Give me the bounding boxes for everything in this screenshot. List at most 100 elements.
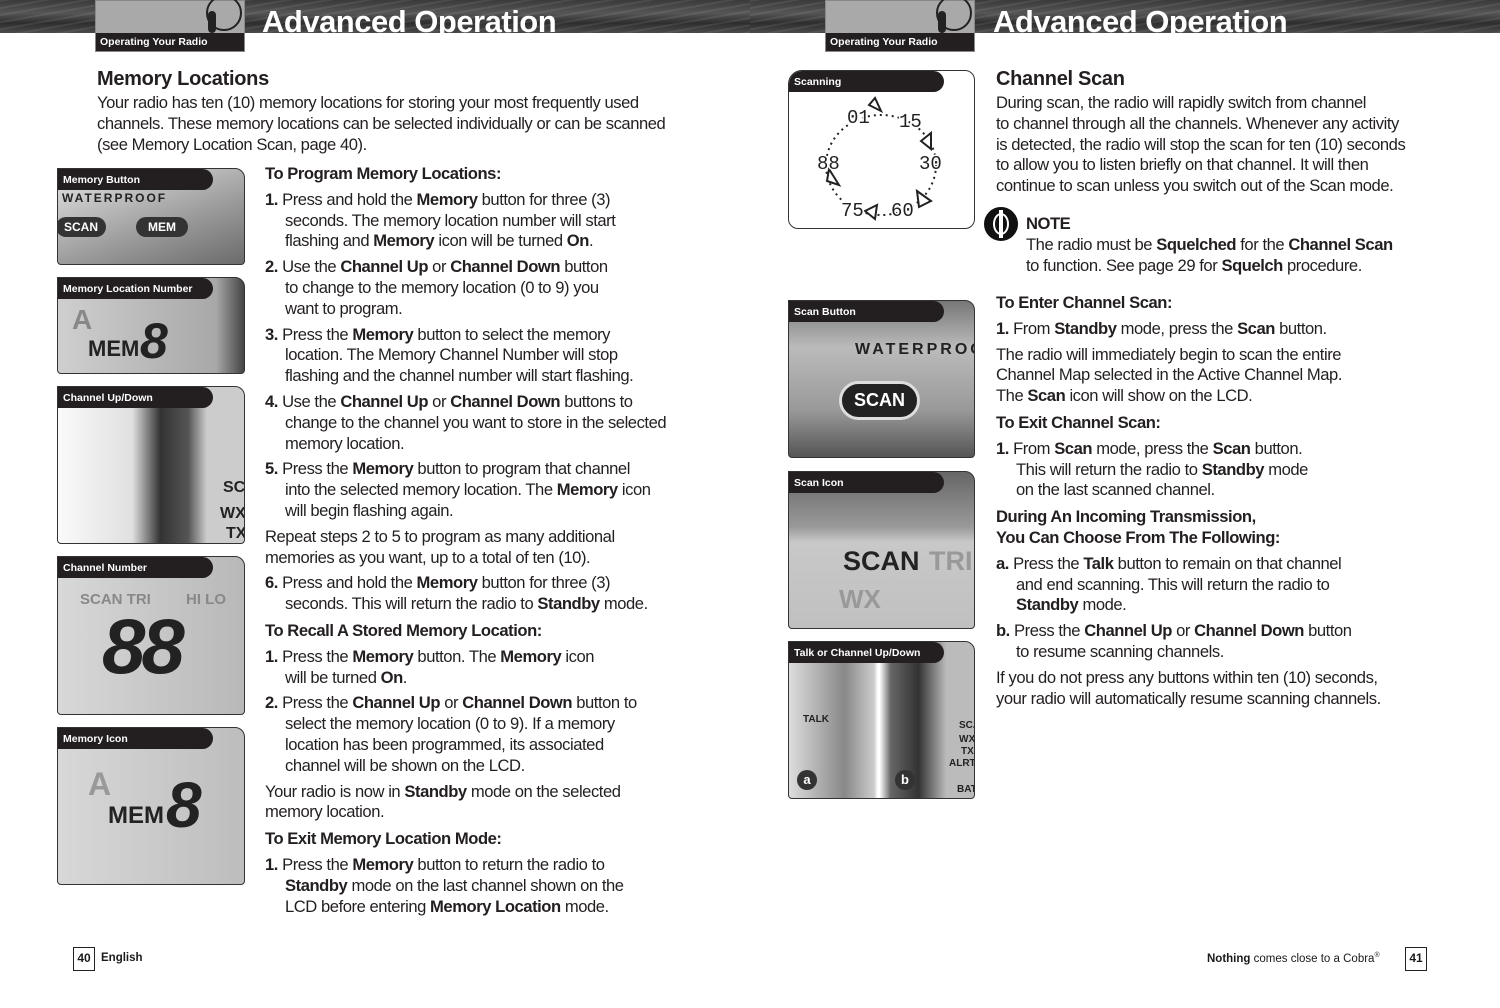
text-run: or [1171, 621, 1195, 641]
text-run: to function. See page 29 for [1026, 255, 1218, 275]
bold-term: Scan [1054, 438, 1093, 458]
text-run: Your radio is now in [265, 781, 405, 801]
figure-talk-channel: Talk or Channel Up/Down TALK a b SCA WX … [788, 641, 975, 799]
figure-label: Memory Button [58, 169, 213, 190]
step-number: 2. [265, 257, 283, 277]
subheading: To Recall A Stored Memory Location: [265, 621, 685, 642]
figure-text: WATERPROOF [855, 341, 974, 358]
note-text: The radio must be Squelched for the Chan… [1026, 235, 1393, 277]
text-run: or [440, 693, 463, 713]
figure-text: 8 [140, 313, 168, 369]
figure-memory-icon: Memory Icon A MEM 8 [57, 727, 245, 885]
bold-term: Standby [1201, 459, 1265, 479]
registered-mark: ® [1374, 952, 1380, 959]
channel-label: 88 [817, 153, 840, 175]
section-title: Channel Scan [996, 68, 1125, 90]
bold-term: Memory Location [430, 896, 561, 916]
bold-term: Standby [537, 594, 600, 614]
figure-text: SCAN [843, 546, 920, 576]
figure-label: Memory Location Number [58, 278, 213, 299]
bold-term: Channel Up [1084, 621, 1172, 641]
paragraph: If you do not press any buttons within t… [996, 668, 1426, 710]
instruction-step: 2. Press the Channel Up or Channel Down … [265, 693, 685, 776]
text-run: button. [1274, 318, 1327, 338]
bold-term: Standby [404, 781, 467, 801]
text-run: or [428, 257, 451, 277]
callout-a: a [797, 770, 817, 790]
instruction-step: 1. Press and hold the Memory button for … [265, 190, 685, 252]
figure-text: MEM [88, 336, 140, 361]
step-number: 1. [265, 189, 283, 209]
page-title-left: Advanced Operation [262, 4, 557, 33]
bold-term: Squelched [1156, 235, 1237, 254]
instruction-step: 5. Press the Memory button to program th… [265, 459, 685, 521]
text-run: . [588, 231, 594, 251]
channel-label: 01 [847, 107, 870, 129]
figure-label: Channel Up/Down [58, 387, 213, 408]
scan-arrow-icon [867, 96, 884, 114]
info-icon [984, 207, 1018, 241]
instruction-step: 1. From Standby mode, press the Scan but… [996, 319, 1426, 340]
instruction-step: 6. Press and hold the Memory button for … [265, 573, 685, 615]
figure-text: WX [839, 584, 881, 614]
figure-channel-up-down: Channel Up/Down SC WX TX [57, 386, 245, 544]
bold-term: Channel Down [450, 257, 561, 277]
talk-button-image: TALK [803, 714, 829, 725]
scan-button-image: SCAN [58, 217, 107, 237]
text-run: Your radio has ten (10) memory locations… [97, 93, 666, 154]
page-number-left: 40 [73, 947, 95, 971]
section-title: Memory Locations [97, 68, 269, 90]
text-run: Press the [1014, 621, 1085, 641]
bold-term: Talk [1083, 553, 1114, 573]
bold-term: Memory [416, 189, 478, 209]
bold-term: Memory [352, 459, 414, 479]
bold-term: Channel Down [1194, 621, 1304, 641]
text-run: or [428, 391, 451, 411]
text-run: To Recall A Stored Memory Location: [265, 620, 542, 640]
bold-term: Scan [1237, 318, 1275, 338]
bold-term: Channel Down [462, 693, 573, 713]
slogan-text: comes close to a Cobra [1250, 952, 1375, 965]
text-run: mode. [560, 896, 609, 916]
section-tab-label: Operating Your Radio [826, 33, 974, 51]
text-run: button. The [413, 646, 501, 666]
instruction-step: a. Press the Talk button to remain on th… [996, 554, 1426, 616]
bold-term: Standby [1016, 595, 1079, 615]
section-tab-left: Operating Your Radio [95, 0, 245, 52]
step-number: 2. [265, 693, 283, 713]
channel-label: 60 [891, 200, 914, 222]
instruction-step: 3. Press the Memory button to select the… [265, 325, 685, 387]
figure-label: Scan Button [789, 301, 944, 322]
figure-label: Memory Icon [58, 728, 213, 749]
step-number: 6. [265, 573, 283, 593]
step-number: 4. [265, 391, 283, 411]
text-run: Use the [282, 257, 341, 277]
bold-term: Memory [556, 480, 618, 500]
text-run: Press the [282, 646, 353, 666]
figure-text: ALRT [949, 758, 975, 769]
bold-term: Memory [373, 231, 435, 251]
figure-text: BAT [957, 784, 975, 795]
bold-term: Memory [352, 646, 414, 666]
figure-memory-button: Memory Button WATERPROOF SCAN MEM [57, 168, 245, 265]
intro-text: During scan, the radio will rapidly swit… [996, 93, 1406, 197]
instruction-step: 1. From Scan mode, press the Scan button… [996, 439, 1426, 501]
figure-scan-button: Scan Button WATERPROOF SCAN [788, 300, 975, 458]
figure-text: 8 [166, 769, 202, 841]
text-run: To Enter Channel Scan: [996, 293, 1173, 312]
figure-channel-number: Channel Number SCAN TRI HI LO 88 [57, 556, 245, 715]
step-number: a. [996, 553, 1014, 573]
figure-text: 88 [102, 602, 185, 690]
text-run: icon will show on the LCD. [1065, 386, 1253, 406]
bold-term: Channel Up [340, 391, 429, 411]
section-tab-label: Operating Your Radio [96, 33, 244, 51]
text-run: mode, press the [1116, 318, 1238, 338]
text-run: Press the [1013, 553, 1084, 573]
subheading: To Exit Channel Scan: [996, 413, 1426, 434]
text-run: for the [1236, 235, 1289, 254]
bold-term: Standby [285, 875, 348, 895]
antenna-icon [208, 11, 216, 33]
bold-term: Channel Down [450, 391, 561, 411]
scan-button-image: SCAN [839, 381, 921, 420]
scan-arrow-icon [863, 203, 879, 221]
